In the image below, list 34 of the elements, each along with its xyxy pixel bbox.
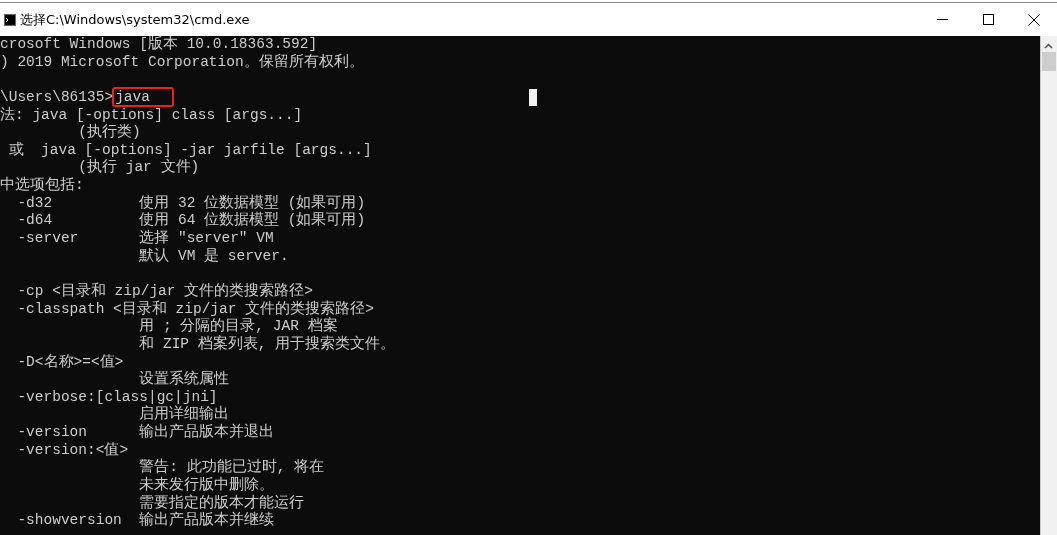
console-line: (执行类)	[77, 124, 142, 142]
console-line: ) 2019 Microsoft Corporation。保留所有权利。	[0, 53, 365, 72]
console-line: -d64 使用 64 位数据模型 (如果可用)	[16, 212, 367, 229]
scrollbar[interactable]	[1040, 36, 1057, 535]
maximize-icon	[982, 14, 994, 25]
console-line: (执行 jar 文件)	[77, 159, 201, 178]
console-line: -version 输出产品版本并退出	[16, 424, 276, 442]
console-line: -verbose:[class|gc|jni]	[16, 388, 219, 405]
console-line: 警告: 此功能已过时, 将在	[138, 459, 326, 476]
console-line: -cp <目录和 zip/jar 文件的类搜索路径>	[16, 282, 314, 300]
console-line: 用 ; 分隔的目录, JAR 档案	[138, 318, 339, 335]
window-title: 选择C:\Windows\system32\cmd.exe	[20, 10, 250, 29]
console-line: -classpath <目录和 zip/jar 文件的类搜索路径>	[16, 300, 375, 317]
console-line: 设置系统属性	[138, 371, 231, 389]
console-line: -server 选择 "server" VM	[16, 230, 275, 248]
console-line: 未来发行版中删除。	[138, 477, 276, 494]
console-line: crosoft Windows [版本 10.0.18363.592]	[0, 36, 319, 54]
console-line: 启用详细输出	[138, 406, 231, 423]
console-line: -version:<值>	[16, 441, 130, 460]
scrollbar-thumb[interactable]	[1042, 52, 1056, 71]
console-line: 需要指定的版本才能运行	[138, 494, 306, 511]
text-cursor	[529, 89, 537, 106]
console-line: -d32 使用 32 位数据模型 (如果可用)	[16, 194, 367, 211]
typed-command: java	[112, 86, 174, 107]
command-prompt: \Users\86135>	[0, 88, 114, 105]
console-line: 或 java [-options] -jar jarfile [args...]	[7, 141, 373, 158]
console-line: 法: java [-options] class [args...]	[0, 106, 304, 123]
close-icon	[1028, 13, 1040, 26]
console-line: -D<名称>=<值>	[16, 353, 125, 372]
console-line: 默认 VM 是 server.	[138, 247, 290, 266]
console-line: -showversion 输出产品版本并继续	[16, 512, 276, 530]
console-line: 中选项包括:	[0, 177, 85, 195]
console-line: 和 ZIP 档案列表, 用于搜索类文件。	[138, 335, 397, 354]
console-icon	[4, 13, 16, 26]
